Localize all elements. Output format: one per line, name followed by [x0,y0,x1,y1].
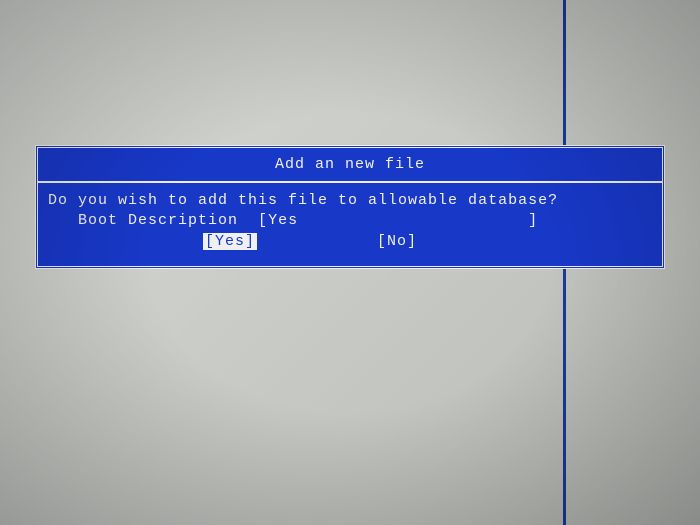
input-row: Boot Description [Yes ] [48,211,652,231]
bios-dialog: Add an new file Do you wish to add this … [35,145,665,269]
input-bracket-close: ] [528,212,538,229]
input-bracket-open: [ [258,212,268,229]
input-label: Boot Description [78,212,238,229]
yes-button[interactable]: [Yes] [203,233,257,250]
button-row: [Yes] [No] [48,232,652,252]
boot-description-input[interactable]: Yes [268,212,298,229]
dialog-title: Add an new file [38,148,662,183]
dialog-message: Do you wish to add this file to allowabl… [48,191,652,211]
no-button[interactable]: [No] [377,233,417,250]
dialog-body: Do you wish to add this file to allowabl… [38,183,662,266]
